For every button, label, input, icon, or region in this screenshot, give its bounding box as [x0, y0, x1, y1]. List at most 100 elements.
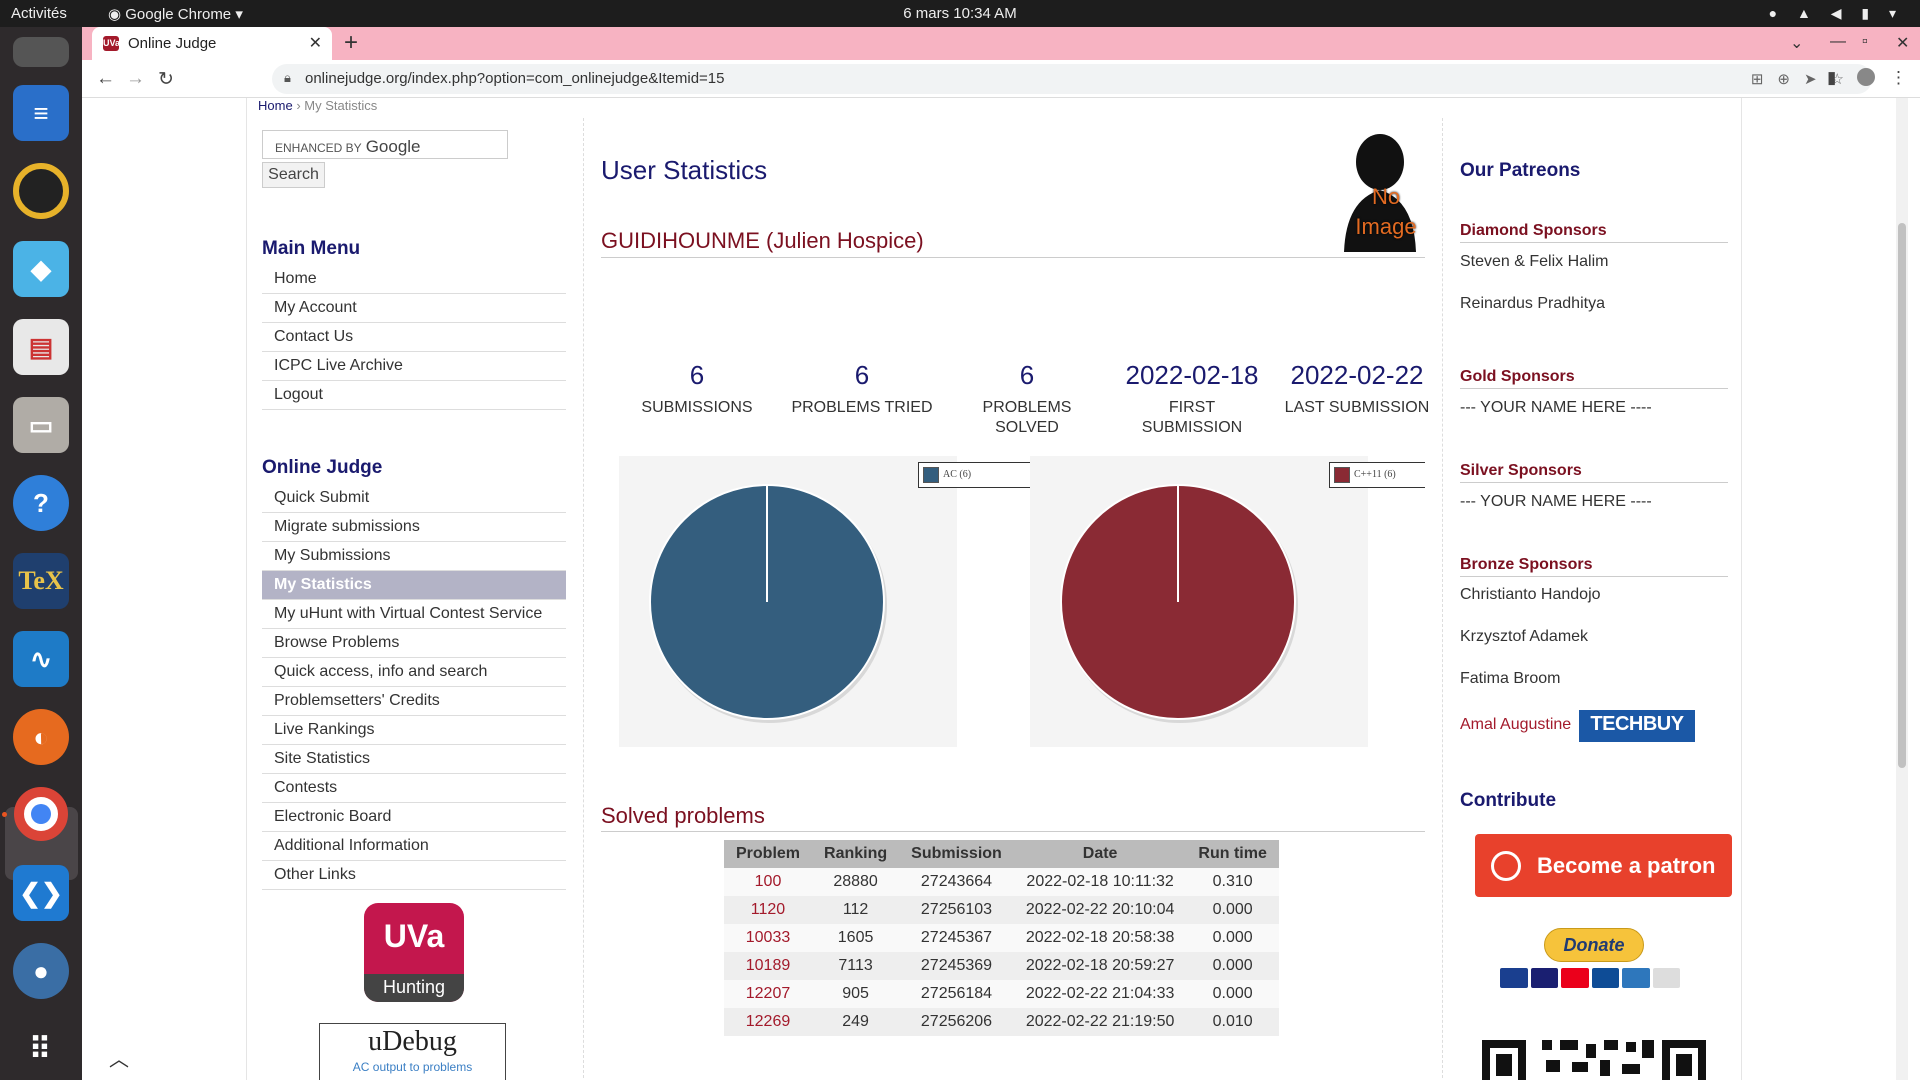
browser-tab[interactable]: UVa Online Judge ✕	[92, 27, 332, 60]
back-icon[interactable]: ←	[96, 68, 115, 90]
online-judge-menu-item[interactable]: Problemsetters' Credits	[262, 687, 566, 716]
table-cell: 28880	[812, 868, 900, 896]
table-cell: 27243664	[899, 868, 1014, 896]
stat-value: 6	[689, 360, 705, 390]
online-judge-menu-item[interactable]: My Submissions	[262, 542, 566, 571]
donate-button[interactable]: Donate	[1544, 928, 1644, 962]
table-header-row: Problem Ranking Submission Date Run time	[724, 840, 1279, 868]
online-judge-menu-item[interactable]: Browse Problems	[262, 629, 566, 658]
verdict-pie-svg	[649, 484, 887, 723]
vscode-icon[interactable]: ❮❯	[13, 865, 69, 921]
online-judge-menu-item[interactable]: Live Rankings	[262, 716, 566, 745]
dock: ≡ ◆ ▤ ▭ ? TeX ∿ ◐ ❮❯ ● ⠿	[0, 27, 82, 1080]
help-icon[interactable]: ?	[13, 475, 69, 531]
sponsor-name: Krzysztof Adamek	[1460, 628, 1589, 645]
eclipse-icon[interactable]: ●	[13, 943, 69, 999]
page-scrollbar[interactable]	[1896, 98, 1908, 1080]
uva-logo-subtext: Hunting	[364, 974, 464, 1002]
maximize-icon[interactable]: ▫	[1862, 33, 1868, 51]
stat-value: 6	[854, 360, 870, 390]
scroll-top-button[interactable]: ︿	[84, 1043, 154, 1080]
become-patron-button[interactable]: Become a patron	[1475, 834, 1732, 897]
search-input[interactable]: ENHANCED BY Google	[262, 130, 508, 159]
silver-sponsors-title: Silver Sponsors	[1460, 462, 1728, 483]
rhythmbox-icon[interactable]	[13, 163, 69, 219]
close-tab-icon[interactable]: ✕	[309, 33, 322, 53]
menu-icon[interactable]: ⋮	[1890, 68, 1907, 88]
files-icon[interactable]: ▭	[13, 397, 69, 453]
close-window-icon[interactable]: ✕	[1896, 33, 1909, 53]
online-judge-menu-item[interactable]: Quick Submit	[262, 484, 566, 513]
online-judge-menu-item[interactable]: My uHunt with Virtual Contest Service	[262, 600, 566, 629]
show-apps-icon[interactable]: ⠿	[13, 1021, 69, 1077]
table-cell: 27245369	[899, 952, 1014, 980]
problem-link[interactable]: 10033	[724, 924, 813, 952]
document-viewer-icon[interactable]: ▤	[13, 319, 69, 375]
main-menu-item[interactable]: Contact Us	[262, 323, 566, 352]
breadcrumb-home[interactable]: Home	[258, 98, 293, 113]
column-divider	[583, 118, 584, 1078]
reload-icon[interactable]: ↻	[158, 68, 174, 91]
search-button[interactable]: Search	[262, 162, 325, 188]
problem-link[interactable]: 12269	[724, 1008, 813, 1036]
dock-app-icon[interactable]	[13, 37, 69, 67]
uva-hunting-logo[interactable]: UVa Hunting	[364, 903, 464, 1002]
system-tray-icons[interactable]: ● ▲ ◀ ▮ ▾	[1769, 5, 1904, 22]
new-tab-icon[interactable]: +	[344, 29, 358, 57]
table-cell: 27256184	[899, 980, 1014, 1008]
qr-code	[1482, 1030, 1706, 1080]
table-cell: 27256206	[899, 1008, 1014, 1036]
stat-label: PROBLEMS SOLVED	[982, 399, 1072, 436]
address-bar[interactable]: 🔒︎ onlinejudge.org/index.php?option=com_…	[272, 64, 1872, 94]
online-judge-menu-item[interactable]: My Statistics	[262, 571, 566, 600]
profile-avatar[interactable]	[1857, 68, 1875, 86]
uva-favicon-icon: UVa	[103, 36, 120, 51]
legend-label: C++11 (6)	[1354, 469, 1396, 480]
sponsor-name: Fatima Broom	[1460, 670, 1561, 687]
problem-link[interactable]: 12207	[724, 980, 813, 1008]
problem-link[interactable]: 100	[724, 868, 813, 896]
table-cell: 0.310	[1186, 868, 1279, 896]
solved-problems-title: Solved problems	[601, 803, 765, 828]
clock[interactable]: 6 mars 10:34 AM	[0, 5, 1920, 22]
side-panel-icon[interactable]: ▮	[1827, 68, 1836, 88]
online-judge-menu-item[interactable]: Contests	[262, 774, 566, 803]
minimize-icon[interactable]: —	[1830, 33, 1846, 51]
main-menu-item[interactable]: Home	[262, 265, 566, 294]
tex-icon[interactable]: TeX	[13, 553, 69, 609]
scrollbar-thumb[interactable]	[1898, 223, 1906, 768]
techbuy-logo[interactable]: TECHBUY	[1579, 710, 1695, 742]
udebug-logo[interactable]: uDebug AC output to problems	[319, 1023, 506, 1080]
monitor-icon[interactable]: ∿	[13, 631, 69, 687]
writer-icon[interactable]: ≡	[13, 85, 69, 141]
online-judge-menu-item[interactable]: Electronic Board	[262, 803, 566, 832]
sponsor-link[interactable]: Amal Augustine	[1460, 716, 1571, 734]
firefox-icon[interactable]: ◐	[13, 709, 69, 765]
browser-toolbar: ← → ↻ 🔒︎ onlinejudge.org/index.php?optio…	[82, 60, 1920, 98]
main-menu-item[interactable]: My Account	[262, 294, 566, 323]
table-cell: 2022-02-22 21:04:33	[1013, 980, 1187, 1008]
online-judge-menu-item[interactable]: Site Statistics	[262, 745, 566, 774]
udebug-logo-text: uDebug	[368, 1026, 457, 1057]
online-judge-menu-item[interactable]: Additional Information	[262, 832, 566, 861]
address-bar-action-icons[interactable]: ⊞⊕➤☆	[1751, 70, 1858, 88]
tab-search-icon[interactable]: ⌄	[1790, 33, 1803, 53]
problem-link[interactable]: 10189	[724, 952, 813, 980]
cube-icon[interactable]: ◆	[13, 241, 69, 297]
online-judge-menu-item[interactable]: Migrate submissions	[262, 513, 566, 542]
main-menu-item[interactable]: Logout	[262, 381, 566, 410]
forward-icon[interactable]: →	[126, 68, 145, 90]
online-judge-menu-item[interactable]: Quick access, info and search	[262, 658, 566, 687]
lock-icon[interactable]: 🔒︎	[284, 70, 291, 86]
chrome-icon[interactable]	[14, 787, 68, 841]
online-judge-menu-item[interactable]: Other Links	[262, 861, 566, 890]
stat-label: LAST SUBMISSION	[1284, 399, 1430, 416]
problem-link[interactable]: 1120	[724, 896, 813, 924]
table-row: 100 28880 27243664 2022-02-18 10:11:32 0.310	[724, 868, 1279, 896]
main-menu: Home My Account Contact Us ICPC Live Archiv…	[262, 265, 566, 410]
table-cell: 0.000	[1186, 896, 1279, 924]
main-menu-item[interactable]: ICPC Live Archive	[262, 352, 566, 381]
solved-problems-underline	[601, 831, 1425, 832]
sponsor-name: Steven & Felix Halim	[1460, 253, 1609, 270]
url-text[interactable]: onlinejudge.org/index.php?option=com_onl…	[305, 70, 725, 87]
